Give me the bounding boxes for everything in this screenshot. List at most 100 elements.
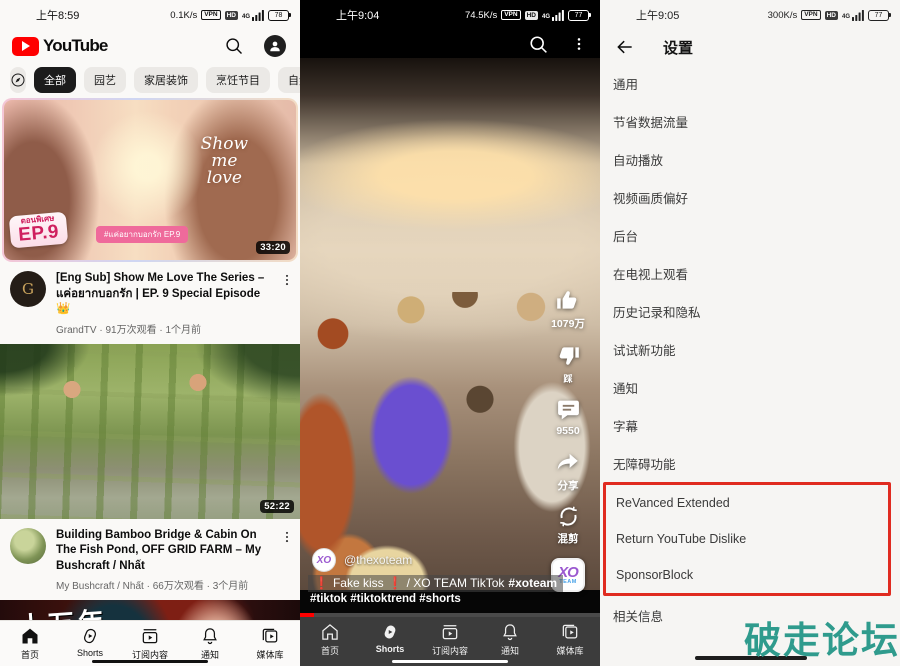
youtube-logo-icon[interactable] [12,37,39,56]
video-title[interactable]: Building Bamboo Bridge & Cabin On The Fi… [56,528,270,575]
search-icon[interactable] [224,36,244,56]
bell-icon [200,626,220,646]
video-card-1[interactable]: ตอนพิเศษ EP.9 #แค่อยากบอกรัก EP.9 Show m… [2,98,298,262]
nav-handle-bar [392,660,508,664]
nav-shorts[interactable]: Shorts [62,626,118,658]
nav-notifications[interactable]: 通知 [182,626,238,661]
like-button[interactable]: 1079万 [551,287,585,331]
chip-gardening[interactable]: 园艺 [84,67,126,93]
thumbnail-title-overlay: Show me love [201,136,248,187]
shorts-progress-bar[interactable] [300,613,600,617]
clock: 上午8:59 [36,7,79,23]
settings-item-watch-on-tv[interactable]: 在电视上观看 [600,254,900,292]
library-icon [260,626,280,646]
chip-all[interactable]: 全部 [34,67,76,93]
nav-notifications[interactable]: 通知 [482,622,538,657]
channel-avatar[interactable]: G [10,271,46,307]
back-arrow-icon[interactable] [615,37,635,57]
kebab-menu-icon[interactable] [571,36,587,52]
shorts-caption[interactable]: ❗ Fake kiss ❗ / XO TEAM TikTok #xoteam [308,575,563,592]
video-card-2[interactable]: 52:22 [0,344,300,519]
comments-button[interactable]: 9550 [556,397,581,437]
subscriptions-icon [140,626,160,646]
settings-item-sponsorblock[interactable]: SponsorBlock [606,557,888,593]
settings-item-video-quality[interactable]: 视频画质偏好 [600,178,900,216]
chip-nature[interactable]: 自然 [278,67,300,93]
hd-badge-icon: HD [825,11,838,20]
channel-row[interactable]: XO @thexoteam [312,548,412,572]
video-menu-icon[interactable] [280,528,294,593]
nav-shorts[interactable]: Shorts [362,622,418,654]
settings-item-revanced-extended[interactable]: ReVanced Extended [606,485,888,521]
video-meta-2[interactable]: Building Bamboo Bridge & Cabin On The Fi… [0,519,300,601]
settings-item-background[interactable]: 后台 [600,216,900,254]
shorts-action-rail: 1079万 踩 9550 分享 混剪 XO TEAM [542,287,594,592]
video-meta-1[interactable]: G [Eng Sub] Show Me Love The Series – แค… [0,262,300,344]
video-meta-line: GrandTV · 91万次观看 · 1个月前 [56,321,270,336]
status-bar: 上午9:05 300K/s VPN HD 4G 77 [600,0,900,30]
channel-avatar[interactable]: XO [312,548,336,572]
bottom-navigation: 首页 Shorts 订阅内容 通知 媒体库 [300,617,600,666]
network-type: 4G [242,14,250,20]
video-meta-line: My Bushcraft / Nhất · 66万次观看 · 3个月前 [56,577,270,592]
hd-badge-icon: HD [525,11,538,20]
video-thumbnail[interactable]: ตอนพิเศษ EP.9 #แค่อยากบอกรัก EP.9 Show m… [4,100,296,260]
settings-item-history-privacy[interactable]: 历史记录和隐私 [600,292,900,330]
settings-header: 设置 [600,30,900,64]
progress-fill [300,613,314,617]
nav-library[interactable]: 媒体库 [242,626,298,661]
exclamation-emoji: ❗ [388,576,403,590]
channel-avatar[interactable] [10,528,46,564]
nav-home[interactable]: 首页 [2,626,58,661]
chip-home-decor[interactable]: 家居装饰 [134,67,198,93]
nav-home[interactable]: 首页 [302,622,358,657]
signal-icon [852,10,864,21]
share-arrow-icon [555,449,581,475]
vpn-badge-icon: VPN [201,10,220,20]
bottom-navigation: 首页 Shorts 订阅内容 通知 媒体库 [0,620,300,666]
search-icon[interactable] [528,34,549,55]
nav-library[interactable]: 媒体库 [542,622,598,657]
explore-compass-icon[interactable] [10,67,26,93]
settings-item-notifications[interactable]: 通知 [600,368,900,406]
youtube-home-screen: 上午8:59 0.1K/s VPN HD 4G 78 YouTube 全部 园艺… [0,0,300,666]
forum-watermark: 破走论坛 [744,610,900,664]
network-speed: 74.5K/s [465,10,497,21]
profile-avatar[interactable] [264,35,286,57]
settings-item-try-new-features[interactable]: 试试新功能 [600,330,900,368]
home-icon [20,626,40,646]
video-menu-icon[interactable] [280,271,294,336]
duration-badge: 52:22 [260,500,294,513]
youtube-shorts-screen: 上午9:04 74.5K/s VPN HD 4G 77 1079万 [300,0,600,666]
settings-item-data-saving[interactable]: 节省数据流量 [600,102,900,140]
home-icon [320,622,340,642]
status-bar: 上午9:04 74.5K/s VPN HD 4G 77 [300,0,600,30]
settings-item-captions[interactable]: 字幕 [600,406,900,444]
clock: 上午9:04 [336,7,379,23]
caption-hashtag[interactable]: #xoteam [508,576,557,590]
battery-icon: 77 [568,10,591,21]
settings-item-general[interactable]: 通用 [600,64,900,102]
status-bar: 上午8:59 0.1K/s VPN HD 4G 78 [0,0,300,30]
exclamation-emoji: ❗ [314,576,329,590]
channel-handle[interactable]: @thexoteam [344,553,412,567]
chip-cooking[interactable]: 烹饪节目 [206,67,270,93]
comment-icon [556,397,581,422]
youtube-wordmark[interactable]: YouTube [43,36,108,56]
thumbs-down-icon [555,343,581,369]
nav-subscriptions[interactable]: 订阅内容 [122,626,178,661]
dislike-button[interactable]: 踩 [555,343,581,385]
signal-icon [252,10,264,21]
share-button[interactable]: 分享 [555,449,581,493]
settings-item-autoplay[interactable]: 自动播放 [600,140,900,178]
network-speed: 0.1K/s [170,10,197,21]
bell-icon [500,622,520,642]
remix-button[interactable]: 混剪 [557,505,580,546]
network-speed: 300K/s [768,10,798,21]
caption-tags-line[interactable]: #tiktok #tiktoktrend #shorts [300,590,600,613]
video-title[interactable]: [Eng Sub] Show Me Love The Series – แค่อ… [56,271,270,318]
nav-subscriptions[interactable]: 订阅内容 [422,622,478,657]
settings-item-return-youtube-dislike[interactable]: Return YouTube Dislike [606,521,888,557]
vpn-badge-icon: VPN [801,10,820,20]
settings-item-accessibility[interactable]: 无障碍功能 [600,444,900,482]
